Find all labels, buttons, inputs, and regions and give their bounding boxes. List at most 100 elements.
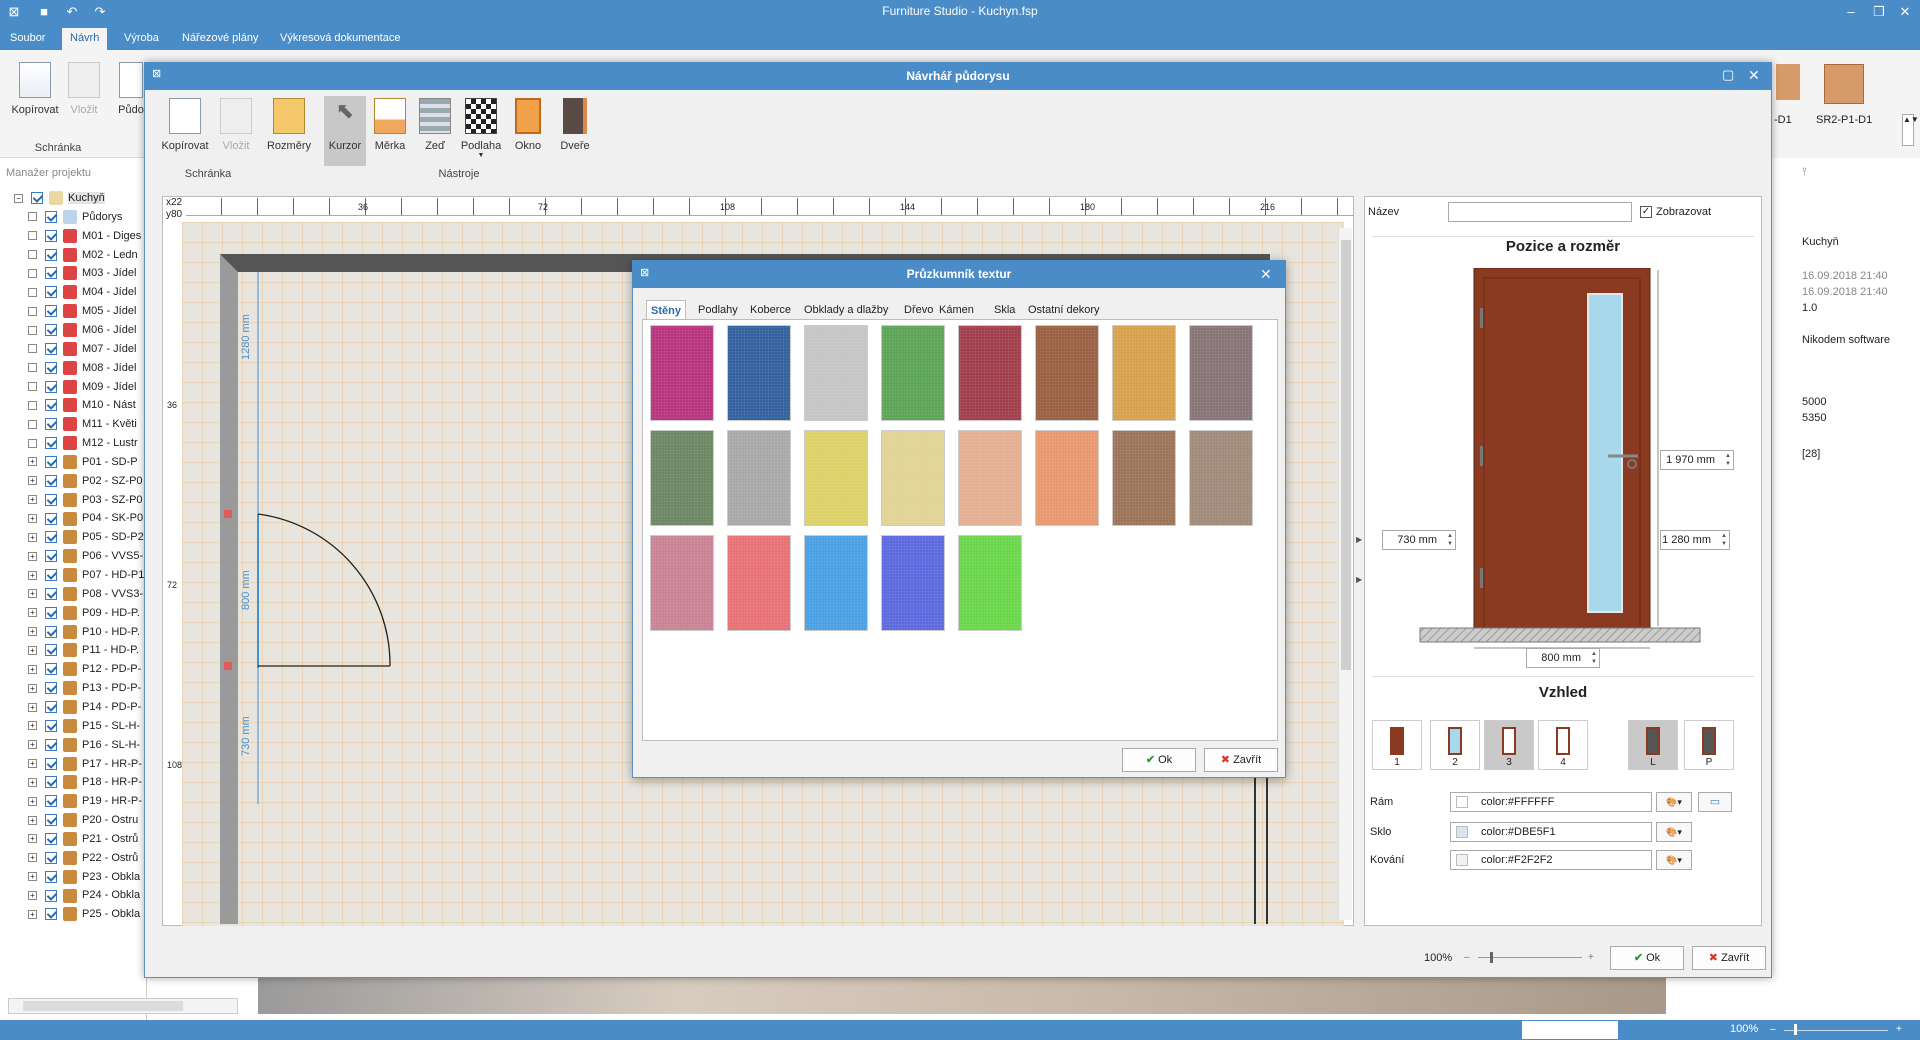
maximize-icon[interactable]: ▢ <box>1722 67 1734 83</box>
tree-item[interactable]: + P08 - VVS3- <box>28 585 143 603</box>
texture-tab[interactable]: Dřevo <box>900 300 937 320</box>
close-icon[interactable]: ✕ <box>1894 2 1916 22</box>
tree-checkbox[interactable] <box>45 493 57 506</box>
tree-checkbox[interactable] <box>45 832 57 845</box>
texture-tab[interactable]: Stěny <box>646 300 686 320</box>
texture-swatch[interactable] <box>650 430 714 526</box>
expand-toggle[interactable] <box>28 212 37 222</box>
expand-toggle[interactable]: + <box>28 570 37 580</box>
expand-toggle[interactable]: + <box>28 777 37 787</box>
tree-checkbox[interactable] <box>45 210 57 223</box>
restore-icon[interactable]: ❐ <box>1868 2 1890 22</box>
tree-item[interactable]: M06 - Jídel <box>28 321 136 339</box>
tree-checkbox[interactable] <box>45 719 57 732</box>
tree-item[interactable]: M07 - Jídel <box>28 340 136 358</box>
tree-checkbox[interactable] <box>45 305 57 318</box>
tree-scrollbar[interactable] <box>8 998 238 1014</box>
tree-checkbox[interactable] <box>45 474 57 487</box>
sill-height-spinner[interactable]: 1 280 mm <box>1660 530 1730 550</box>
tree-item[interactable]: M03 - Jídel <box>28 264 136 282</box>
tree-checkbox[interactable] <box>45 663 57 676</box>
expand-toggle[interactable]: + <box>28 909 37 919</box>
texture-swatch[interactable] <box>804 430 868 526</box>
canvas-vscroll-thumb[interactable] <box>1341 240 1351 670</box>
frame-palette-button[interactable]: 🎨▾ <box>1656 792 1692 812</box>
tree-item[interactable]: M02 - Ledn <box>28 246 138 264</box>
menu-vykresova-dokumentace[interactable]: Výkresová dokumentace <box>272 28 408 50</box>
expand-toggle[interactable] <box>28 438 37 448</box>
tree-checkbox[interactable] <box>45 324 57 337</box>
texture-ok-button[interactable]: ✔ Ok <box>1122 748 1196 772</box>
expand-toggle[interactable] <box>28 363 37 373</box>
texture-swatch[interactable] <box>727 535 791 631</box>
menu-soubor[interactable]: Soubor <box>2 28 53 50</box>
expand-toggle[interactable]: + <box>28 759 37 769</box>
tree-item[interactable]: + P01 - SD-P <box>28 453 138 471</box>
hardware-palette-button[interactable]: 🎨▾ <box>1656 850 1692 870</box>
menu-vyroba[interactable]: Výroba <box>116 28 167 50</box>
expand-toggle[interactable]: + <box>28 721 37 731</box>
expand-toggle[interactable]: + <box>28 834 37 844</box>
glass-color-input[interactable]: color:#DBE5F1 <box>1450 822 1652 842</box>
expand-toggle[interactable]: + <box>28 495 37 505</box>
expand-toggle[interactable]: + <box>28 532 37 542</box>
tree-checkbox[interactable] <box>45 418 57 431</box>
expand-toggle[interactable]: + <box>28 891 37 901</box>
dlg-paste-button[interactable]: Vložit <box>218 98 254 152</box>
tree-checkbox[interactable] <box>45 267 57 280</box>
tree-item[interactable]: + P16 - SL-H- <box>28 736 140 754</box>
texture-swatch[interactable] <box>1035 325 1099 421</box>
expand-toggle[interactable]: + <box>28 457 37 467</box>
menu-navrh[interactable]: Návrh <box>62 28 108 50</box>
tree-checkbox[interactable] <box>45 701 57 714</box>
expand-toggle[interactable]: + <box>28 740 37 750</box>
expand-toggle[interactable]: + <box>28 645 37 655</box>
expand-toggle[interactable]: + <box>28 853 37 863</box>
floor-button[interactable]: Podlaha ▼ <box>458 98 504 159</box>
tree-checkbox[interactable] <box>45 625 57 638</box>
scale-button[interactable]: Měrka <box>370 98 410 152</box>
paste-button[interactable]: Vložit <box>68 62 100 116</box>
show-checkbox[interactable]: ✓ <box>1640 206 1652 218</box>
tree-item[interactable]: + P07 - HD-P1 <box>28 566 144 584</box>
tree-checkbox[interactable] <box>45 286 57 299</box>
tree-checkbox[interactable] <box>31 192 43 205</box>
expand-toggle[interactable]: + <box>28 815 37 825</box>
expand-toggle[interactable] <box>28 306 37 316</box>
status-zoom-slider[interactable]: – + <box>1770 1024 1910 1036</box>
tree-item[interactable]: M01 - Diges <box>28 227 141 245</box>
expand-toggle[interactable] <box>28 250 37 260</box>
tree-checkbox[interactable] <box>45 908 57 921</box>
ribbon-scroll[interactable]: ▲▼ <box>1902 114 1919 146</box>
tree-checkbox[interactable] <box>45 587 57 600</box>
expand-toggle[interactable]: + <box>28 702 37 712</box>
tree-item[interactable]: + P10 - HD-P. <box>28 623 140 641</box>
expand-toggle[interactable] <box>28 382 37 392</box>
expand-toggle[interactable]: + <box>28 551 37 561</box>
texture-swatch[interactable] <box>804 325 868 421</box>
tree-floorplan[interactable]: Půdorys <box>28 208 122 226</box>
window-button[interactable]: Okno <box>510 98 546 152</box>
expand-toggle[interactable] <box>28 400 37 410</box>
expand-toggle[interactable] <box>28 231 37 241</box>
expand-toggle[interactable] <box>28 419 37 429</box>
tree-item[interactable]: + P09 - HD-P. <box>28 604 140 622</box>
tree-checkbox[interactable] <box>45 550 57 563</box>
height-spinner[interactable]: 1 970 mm <box>1660 450 1734 470</box>
look-option[interactable]: L <box>1628 720 1678 770</box>
texture-close-icon[interactable]: ✕ <box>1260 266 1272 283</box>
texture-swatch[interactable] <box>727 430 791 526</box>
look-option[interactable]: 4 <box>1538 720 1588 770</box>
tree-item[interactable]: + P11 - HD-P. <box>28 641 139 659</box>
tree-item[interactable]: + P03 - SZ-P0 <box>28 491 143 509</box>
expand-toggle[interactable] <box>28 287 37 297</box>
texture-tab[interactable]: Podlahy <box>694 300 742 320</box>
dlg-copy-button[interactable]: Kopírovat <box>160 98 210 152</box>
canvas-vscroll[interactable] <box>1338 228 1352 920</box>
texture-swatch[interactable] <box>1112 430 1176 526</box>
expand-toggle[interactable]: + <box>28 683 37 693</box>
tree-checkbox[interactable] <box>45 870 57 883</box>
frame-folder-button[interactable]: ▭ <box>1698 792 1732 812</box>
tree-item[interactable]: + P18 - HR-P- <box>28 773 142 791</box>
texture-close-button[interactable]: ✖ Zavřít <box>1204 748 1278 772</box>
